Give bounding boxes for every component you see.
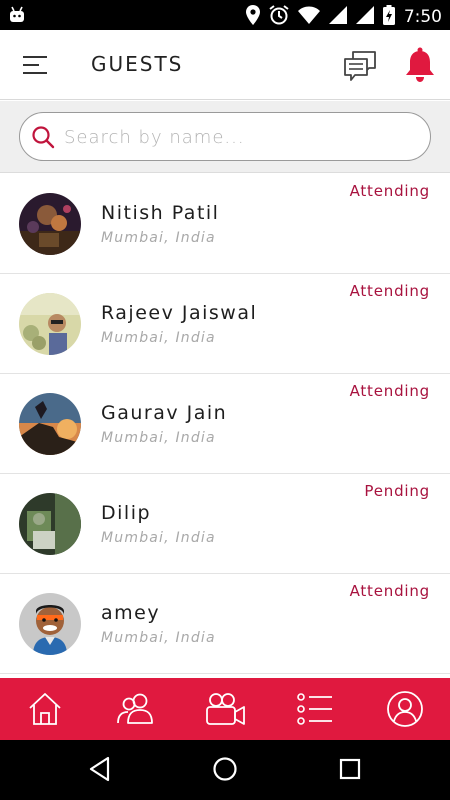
- guest-item[interactable]: Gaurav Jain Mumbai, India Attending: [0, 374, 450, 474]
- avatar: [19, 393, 81, 455]
- list-icon: [296, 692, 334, 726]
- guest-location: Mumbai, India: [101, 530, 216, 546]
- home-button-icon[interactable]: [212, 756, 238, 786]
- rsvp-status: Attending: [349, 382, 430, 400]
- guest-list: Nitish Patil Mumbai, India Attending Raj…: [0, 174, 450, 678]
- guest-item[interactable]: Rajeev Jaiswal Mumbai, India Attending: [0, 274, 450, 374]
- avatar: [19, 293, 81, 355]
- search-icon: [31, 125, 55, 149]
- app-header: GUESTS: [0, 30, 450, 100]
- rsvp-status: Attending: [349, 282, 430, 300]
- tab-guests[interactable]: [90, 678, 180, 740]
- tab-media[interactable]: [180, 678, 270, 740]
- guest-item[interactable]: amey Mumbai, India Attending: [0, 574, 450, 674]
- tab-list[interactable]: [270, 678, 360, 740]
- tab-profile[interactable]: [360, 678, 450, 740]
- rsvp-status: Attending: [349, 582, 430, 600]
- status-bar: 7:50: [0, 0, 450, 30]
- guest-item[interactable]: Nitish Patil Mumbai, India Attending: [0, 174, 450, 274]
- guest-name: Gaurav Jain: [101, 402, 228, 424]
- search-input[interactable]: [64, 123, 414, 151]
- system-nav-bar: [0, 740, 450, 800]
- menu-icon[interactable]: [22, 55, 48, 75]
- video-camera-icon: [204, 691, 246, 727]
- search-bar[interactable]: [19, 112, 431, 161]
- guest-location: Mumbai, India: [101, 430, 216, 446]
- wifi-icon: [297, 6, 320, 28]
- signal-icon: [328, 6, 347, 28]
- android-notification-icon: [8, 6, 26, 28]
- recents-icon[interactable]: [339, 756, 361, 786]
- chat-icon[interactable]: [343, 50, 377, 82]
- avatar: [19, 193, 81, 255]
- battery-icon: [382, 5, 395, 29]
- page-title: GUESTS: [91, 52, 184, 76]
- guest-location: Mumbai, India: [101, 630, 216, 646]
- home-icon: [27, 691, 63, 727]
- guest-item[interactable]: Dilip Mumbai, India Pending: [0, 474, 450, 574]
- guest-location: Mumbai, India: [101, 230, 216, 246]
- bottom-nav: [0, 678, 450, 740]
- rsvp-status: Pending: [364, 482, 430, 500]
- tab-home[interactable]: [0, 678, 90, 740]
- guest-location: Mumbai, India: [101, 330, 216, 346]
- guest-name: amey: [101, 602, 161, 624]
- alarm-icon: [269, 5, 289, 29]
- guests-icon: [116, 691, 154, 727]
- guest-name: Dilip: [101, 502, 152, 524]
- search-area: [0, 101, 450, 173]
- notification-bell-icon[interactable]: [404, 47, 436, 83]
- back-icon[interactable]: [88, 756, 112, 786]
- signal-2-icon: [355, 6, 374, 28]
- guest-name: Rajeev Jaiswal: [101, 302, 258, 324]
- rsvp-status: Attending: [349, 182, 430, 200]
- avatar: [19, 493, 81, 555]
- avatar: [19, 593, 81, 655]
- profile-icon: [386, 690, 424, 728]
- guest-name: Nitish Patil: [101, 202, 220, 224]
- status-time: 7:50: [403, 7, 442, 27]
- location-icon: [245, 5, 260, 29]
